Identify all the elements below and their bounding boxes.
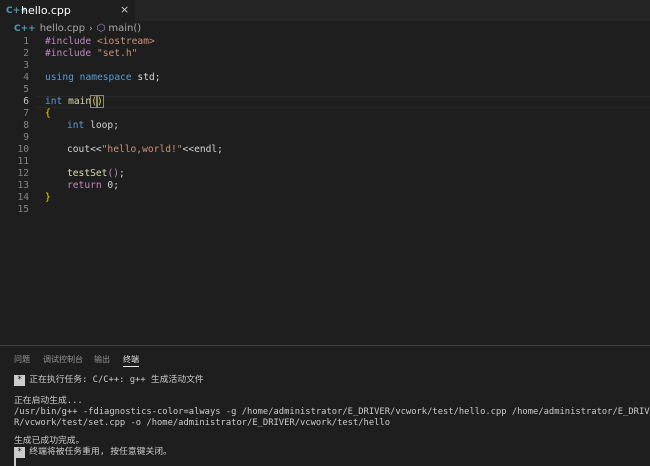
close-icon[interactable]: × (120, 3, 129, 16)
code-token: <<endl; (182, 144, 223, 155)
line-number: 4 (23, 72, 29, 83)
line-number: 6 (23, 96, 29, 107)
code-token: int (45, 96, 63, 107)
code-line: int main() (45, 95, 104, 108)
line-number: 10 (17, 144, 29, 155)
terminal-line: 生成已成功完成。 (14, 436, 85, 446)
code-token: int (67, 120, 85, 131)
tab-output[interactable]: 输出 (94, 354, 110, 365)
code-line: { (45, 108, 51, 120)
line-number: 2 (23, 48, 29, 59)
code-line: } (45, 192, 51, 204)
code-token: loop; (84, 120, 119, 131)
code-line: cout<<"hello,world!"<<endl; (67, 144, 223, 156)
code-token: cout<< (67, 144, 102, 155)
code-line: #include <iostream> (45, 36, 155, 48)
cpp-file-icon: C++ (6, 5, 28, 16)
breadcrumb-symbol[interactable]: main() (108, 23, 141, 34)
code-token: std; (131, 72, 161, 83)
terminal-line: * 正在执行任务: C/C++: g++ 生成活动文件 (14, 375, 204, 386)
line-number: 11 (17, 156, 29, 167)
code-line: testSet(); (67, 168, 125, 180)
code-token: ) (96, 95, 104, 108)
code-token: 0; (101, 180, 119, 191)
line-number: 5 (23, 84, 29, 95)
code-token: #include (45, 48, 97, 59)
code-line: return 0; (67, 180, 119, 192)
bottom-panel: 问题 调试控制台 输出 终端 * 正在执行任务: C/C++: g++ 生成活动文… (0, 345, 650, 466)
code-token: () (107, 168, 119, 179)
code-editor[interactable]: 1 2 3 4 5 6 7 8 9 10 11 12 13 14 15 #inc… (0, 35, 650, 345)
tab-hello-cpp[interactable]: C++ hello.cpp × (0, 0, 135, 21)
tab-label: hello.cpp (21, 4, 71, 17)
code-line: int loop; (67, 120, 119, 132)
code-token: } (45, 192, 51, 203)
terminal-text: 正在执行任务: C/C++: g++ 生成活动文件 (29, 375, 204, 385)
symbol-method-icon: ⬡ (96, 23, 106, 34)
code-token: main (68, 96, 92, 107)
code-line: #include "set.h" (45, 48, 137, 60)
terminal-text: 终端将被任务重用, 按任意键关闭。 (29, 447, 172, 457)
line-number: 8 (23, 120, 29, 131)
code-token: <iostream> (96, 36, 155, 47)
code-token: ; (119, 168, 125, 179)
code-token: return (67, 180, 102, 191)
code-token: "set.h" (96, 48, 138, 59)
code-token: #include (45, 36, 97, 47)
code-token: using (45, 72, 74, 83)
breadcrumb-file[interactable]: hello.cpp (40, 23, 85, 34)
line-number: 14 (17, 192, 29, 203)
current-line-highlight (37, 96, 650, 108)
tab-terminal[interactable]: 终端 (123, 354, 139, 365)
tab-debug-console[interactable]: 调试控制台 (43, 354, 83, 365)
terminal-line: * 终端将被任务重用, 按任意键关闭。 (14, 447, 172, 458)
terminal-line: 正在启动生成... (14, 396, 83, 406)
star-badge: * (14, 375, 26, 386)
code-line: using namespace std; (45, 72, 161, 84)
line-number: 12 (17, 168, 29, 179)
line-number: 9 (23, 132, 29, 143)
chevron-right-icon: › (89, 23, 93, 34)
line-number: 3 (23, 60, 29, 71)
line-number: 1 (23, 36, 29, 47)
code-token: namespace (79, 72, 132, 83)
line-number: 15 (17, 204, 29, 215)
line-number: 13 (17, 180, 29, 191)
tab-problems[interactable]: 问题 (14, 354, 30, 365)
code-token: testSet (67, 168, 108, 179)
code-token: { (45, 108, 51, 119)
code-token: "hello,world!" (101, 144, 183, 155)
terminal-line: /usr/bin/g++ -fdiagnostics-color=always … (14, 407, 650, 417)
line-number: 7 (23, 108, 29, 119)
terminal-line: R/vcwork/test/set.cpp -o /home/administr… (14, 418, 391, 428)
active-tab-indicator (123, 366, 139, 367)
breadcrumb: C++ hello.cpp › ⬡ main() (0, 21, 650, 36)
cpp-file-icon: C++ (14, 23, 36, 34)
terminal-cursor (14, 456, 16, 466)
editor-tab-bar: C++ hello.cpp × (0, 0, 650, 21)
